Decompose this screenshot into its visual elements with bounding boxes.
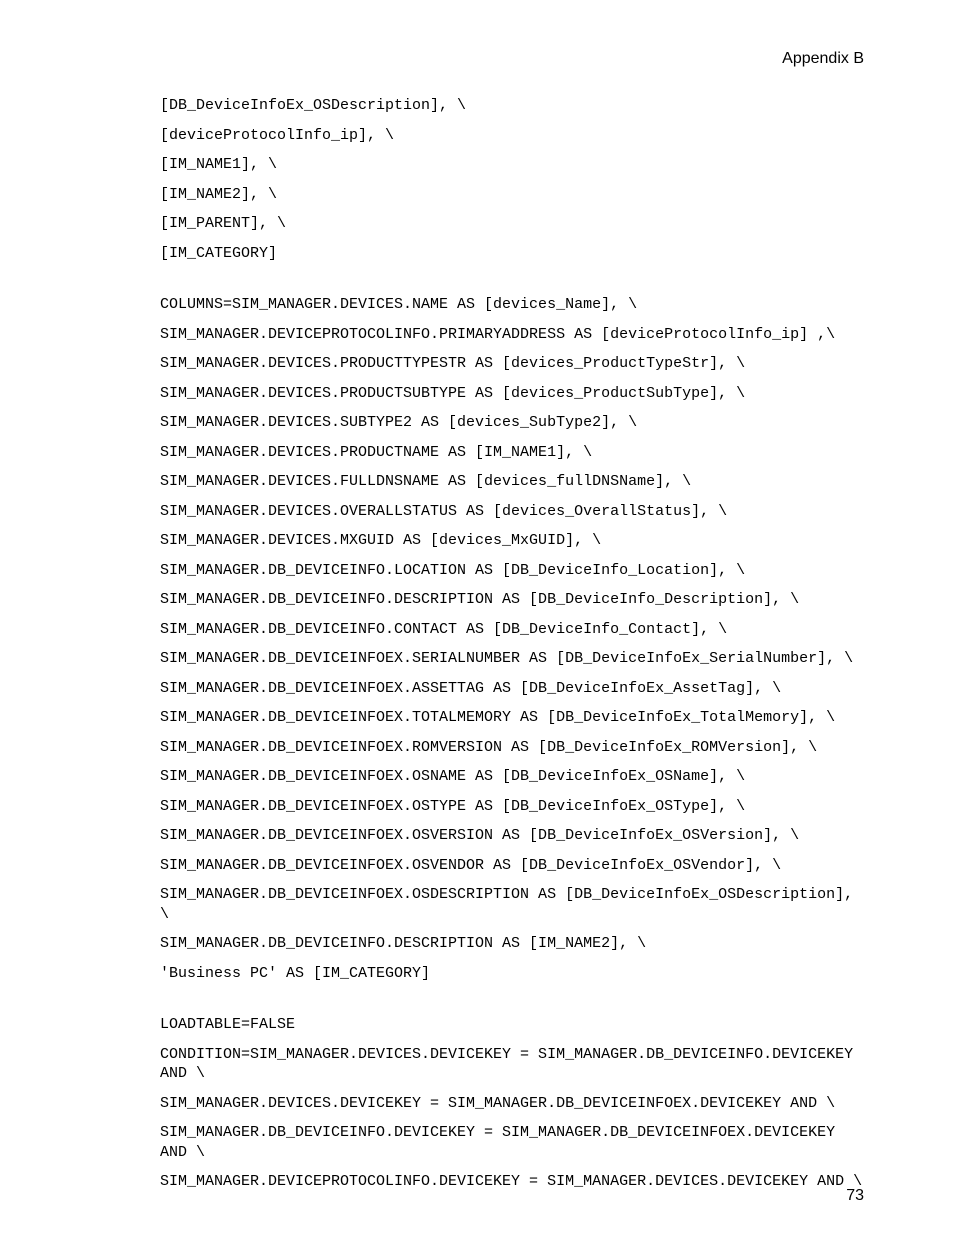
code-line: CONDITION=SIM_MANAGER.DEVICES.DEVICEKEY …: [160, 1045, 864, 1084]
page-header: Appendix B: [160, 50, 864, 68]
code-line: SIM_MANAGER.DB_DEVICEINFOEX.OSVENDOR AS …: [160, 856, 864, 876]
code-line: SIM_MANAGER.DB_DEVICEINFO.DESCRIPTION AS…: [160, 934, 864, 954]
code-line: SIM_MANAGER.DB_DEVICEINFOEX.ASSETTAG AS …: [160, 679, 864, 699]
code-line: SIM_MANAGER.DEVICES.SUBTYPE2 AS [devices…: [160, 413, 864, 433]
code-line: SIM_MANAGER.DEVICES.OVERALLSTATUS AS [de…: [160, 502, 864, 522]
code-line: SIM_MANAGER.DEVICES.PRODUCTTYPESTR AS [d…: [160, 354, 864, 374]
code-line: SIM_MANAGER.DEVICEPROTOCOLINFO.PRIMARYAD…: [160, 325, 864, 345]
code-line: SIM_MANAGER.DB_DEVICEINFOEX.OSNAME AS [D…: [160, 767, 864, 787]
code-line: SIM_MANAGER.DB_DEVICEINFOEX.OSVERSION AS…: [160, 826, 864, 846]
code-line: [IM_CATEGORY]: [160, 244, 864, 264]
code-line: SIM_MANAGER.DB_DEVICEINFOEX.OSDESCRIPTIO…: [160, 885, 864, 924]
code-line: SIM_MANAGER.DB_DEVICEINFO.DEVICEKEY = SI…: [160, 1123, 864, 1162]
code-line: 'Business PC' AS [IM_CATEGORY]: [160, 964, 864, 984]
code-line: SIM_MANAGER.DB_DEVICEINFOEX.OSTYPE AS [D…: [160, 797, 864, 817]
blank-line: [160, 993, 864, 1015]
code-line: SIM_MANAGER.DEVICEPROTOCOLINFO.DEVICEKEY…: [160, 1172, 864, 1192]
code-line: SIM_MANAGER.DB_DEVICEINFOEX.TOTALMEMORY …: [160, 708, 864, 728]
page-number: 73: [846, 1187, 864, 1205]
code-body: [DB_DeviceInfoEx_OSDescription], \ [devic…: [160, 96, 864, 1192]
code-line: SIM_MANAGER.DEVICES.DEVICEKEY = SIM_MANA…: [160, 1094, 864, 1114]
code-line: [DB_DeviceInfoEx_OSDescription], \: [160, 96, 864, 116]
code-line: COLUMNS=SIM_MANAGER.DEVICES.NAME AS [dev…: [160, 295, 864, 315]
code-line: SIM_MANAGER.DEVICES.FULLDNSNAME AS [devi…: [160, 472, 864, 492]
code-line: SIM_MANAGER.DB_DEVICEINFOEX.SERIALNUMBER…: [160, 649, 864, 669]
code-line: SIM_MANAGER.DB_DEVICEINFO.DESCRIPTION AS…: [160, 590, 864, 610]
code-line: SIM_MANAGER.DB_DEVICEINFOEX.ROMVERSION A…: [160, 738, 864, 758]
code-line: [deviceProtocolInfo_ip], \: [160, 126, 864, 146]
code-line: [IM_NAME1], \: [160, 155, 864, 175]
code-line: SIM_MANAGER.DEVICES.PRODUCTNAME AS [IM_N…: [160, 443, 864, 463]
code-line: SIM_MANAGER.DB_DEVICEINFO.CONTACT AS [DB…: [160, 620, 864, 640]
document-page: Appendix B [DB_DeviceInfoEx_OSDescriptio…: [0, 0, 954, 1235]
code-line: LOADTABLE=FALSE: [160, 1015, 864, 1035]
code-line: SIM_MANAGER.DEVICES.MXGUID AS [devices_M…: [160, 531, 864, 551]
code-line: SIM_MANAGER.DB_DEVICEINFO.LOCATION AS [D…: [160, 561, 864, 581]
blank-line: [160, 273, 864, 295]
code-line: [IM_PARENT], \: [160, 214, 864, 234]
code-line: SIM_MANAGER.DEVICES.PRODUCTSUBTYPE AS [d…: [160, 384, 864, 404]
code-line: [IM_NAME2], \: [160, 185, 864, 205]
